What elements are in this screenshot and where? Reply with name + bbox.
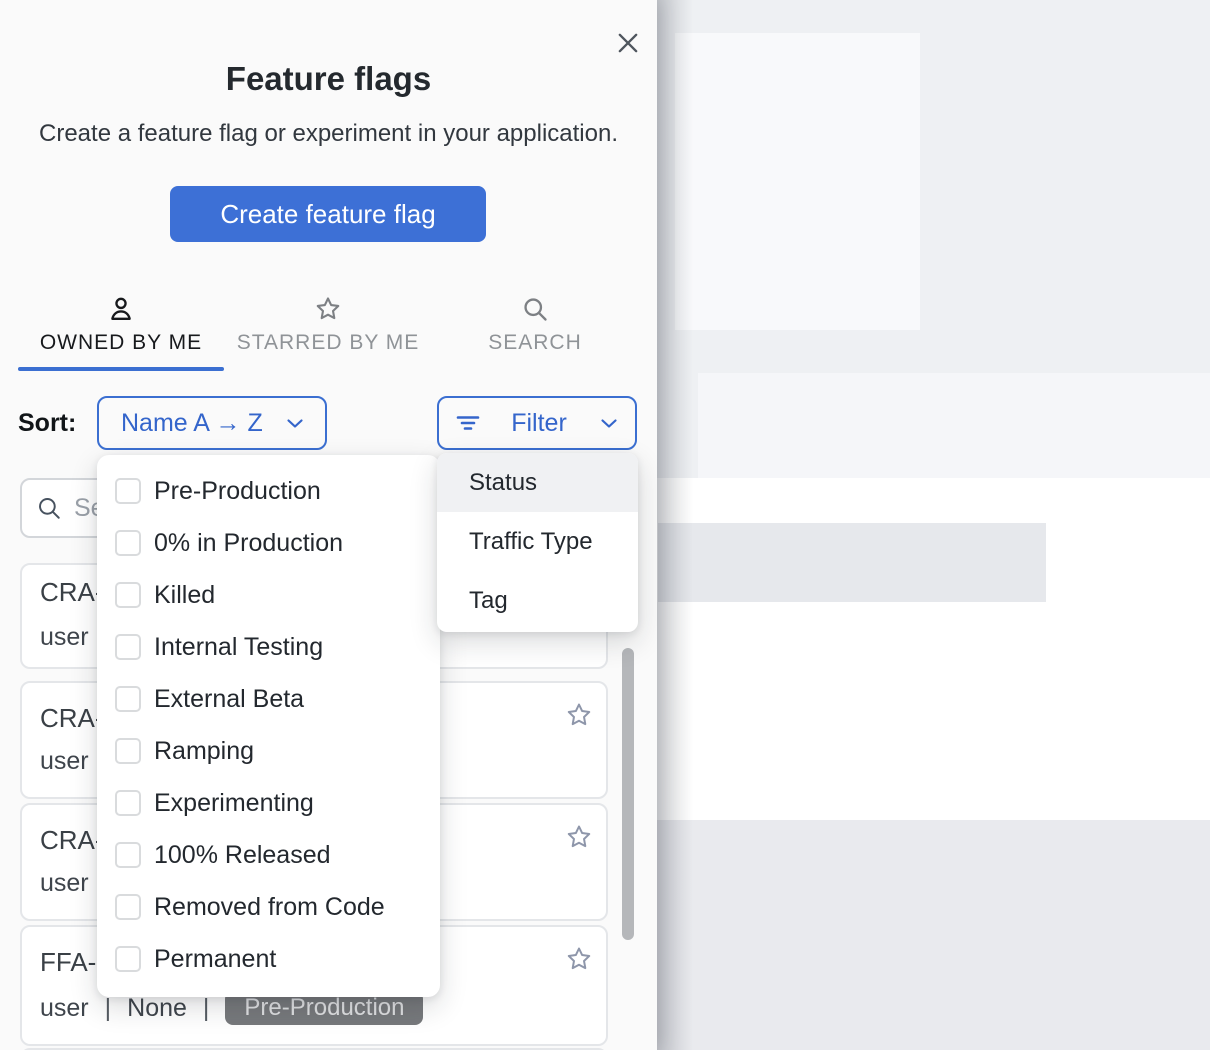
status-dropdown-menu: Pre-Production 0% in Production Killed I… <box>97 455 440 997</box>
menu-item-pre-production[interactable]: Pre-Production <box>97 465 440 517</box>
filter-option-status[interactable]: Status <box>437 453 638 512</box>
checkbox[interactable] <box>115 530 141 556</box>
flag-meta: user <box>40 747 89 776</box>
filter-option-tag[interactable]: Tag <box>437 571 638 630</box>
skeleton-block-top <box>675 33 920 330</box>
tab-search[interactable]: SEARCH <box>432 295 638 365</box>
flag-meta: user <box>40 869 89 898</box>
person-icon <box>107 295 135 323</box>
meta-separator: | <box>203 994 210 1023</box>
tab-label: OWNED BY ME <box>40 331 202 355</box>
checkbox[interactable] <box>115 634 141 660</box>
star-flag-button[interactable] <box>564 945 594 975</box>
filter-icon <box>455 410 481 436</box>
menu-item-0-in-production[interactable]: 0% in Production <box>97 517 440 569</box>
menu-item-label: Experimenting <box>154 789 314 818</box>
tab-label: STARRED BY ME <box>237 331 420 355</box>
menu-item-label: Ramping <box>154 737 254 766</box>
checkbox[interactable] <box>115 738 141 764</box>
flag-title: CRA- <box>40 825 104 856</box>
menu-item-100-released[interactable]: 100% Released <box>97 829 440 881</box>
search-icon <box>521 295 549 323</box>
checkbox[interactable] <box>115 894 141 920</box>
checkbox[interactable] <box>115 790 141 816</box>
flag-title: CRA- <box>40 703 104 734</box>
checkbox[interactable] <box>115 686 141 712</box>
menu-item-internal-testing[interactable]: Internal Testing <box>97 621 440 673</box>
filter-option-traffic-type[interactable]: Traffic Type <box>437 512 638 571</box>
background-page <box>657 0 1210 1050</box>
star-icon <box>565 823 593 851</box>
menu-item-permanent[interactable]: Permanent <box>97 933 440 985</box>
search-icon <box>36 495 62 521</box>
active-tab-indicator <box>18 367 224 371</box>
menu-item-label: Pre-Production <box>154 477 321 506</box>
tab-starred-by-me[interactable]: STARRED BY ME <box>224 295 432 365</box>
menu-item-label: Killed <box>154 581 215 610</box>
tab-label: SEARCH <box>488 331 582 355</box>
flag-meta: user <box>40 623 89 652</box>
close-icon <box>614 29 642 57</box>
chevron-down-icon <box>597 411 621 435</box>
menu-item-label: Removed from Code <box>154 893 385 922</box>
menu-item-killed[interactable]: Killed <box>97 569 440 621</box>
filter-dropdown-button[interactable]: Filter <box>437 396 637 450</box>
sort-dropdown-button[interactable]: Name A → Z <box>97 396 327 450</box>
menu-item-removed-from-code[interactable]: Removed from Code <box>97 881 440 933</box>
menu-item-label: Permanent <box>154 945 276 974</box>
skeleton-block-bottom <box>657 820 1210 1050</box>
page-subtitle: Create a feature flag or experiment in y… <box>0 120 657 148</box>
menu-item-label: 100% Released <box>154 841 331 870</box>
star-flag-button[interactable] <box>564 823 594 853</box>
sort-value: Name A → Z <box>121 409 263 438</box>
star-icon <box>565 701 593 729</box>
skeleton-block-middle <box>698 373 1210 478</box>
sort-label: Sort: <box>18 409 76 438</box>
flag-title: CRA- <box>40 577 104 608</box>
flag-rollout: None <box>127 994 187 1023</box>
menu-item-external-beta[interactable]: External Beta <box>97 673 440 725</box>
filter-label: Filter <box>511 409 567 438</box>
feature-flags-panel: Feature flags Create a feature flag or e… <box>0 0 657 1050</box>
star-icon <box>314 295 342 323</box>
skeleton-block-row <box>658 523 1046 602</box>
menu-item-ramping[interactable]: Ramping <box>97 725 440 777</box>
checkbox[interactable] <box>115 478 141 504</box>
page-title: Feature flags <box>0 60 657 98</box>
meta-separator: | <box>105 994 112 1023</box>
menu-item-label: Internal Testing <box>154 633 323 662</box>
filter-dropdown-menu: Status Traffic Type Tag <box>437 453 638 632</box>
chevron-down-icon <box>283 411 307 435</box>
checkbox[interactable] <box>115 582 141 608</box>
scrollbar-thumb[interactable] <box>622 648 634 940</box>
flag-title: FFA- <box>40 947 96 978</box>
menu-item-label: External Beta <box>154 685 304 714</box>
checkbox[interactable] <box>115 946 141 972</box>
panel-drop-shadow <box>657 0 693 1050</box>
checkbox[interactable] <box>115 842 141 868</box>
menu-item-experimenting[interactable]: Experimenting <box>97 777 440 829</box>
star-flag-button[interactable] <box>564 701 594 731</box>
close-button[interactable] <box>612 28 644 60</box>
tab-owned-by-me[interactable]: OWNED BY ME <box>18 295 224 365</box>
flag-owner: user <box>40 994 89 1023</box>
create-feature-flag-button[interactable]: Create feature flag <box>170 186 486 242</box>
menu-item-label: 0% in Production <box>154 529 343 558</box>
star-icon <box>565 945 593 973</box>
